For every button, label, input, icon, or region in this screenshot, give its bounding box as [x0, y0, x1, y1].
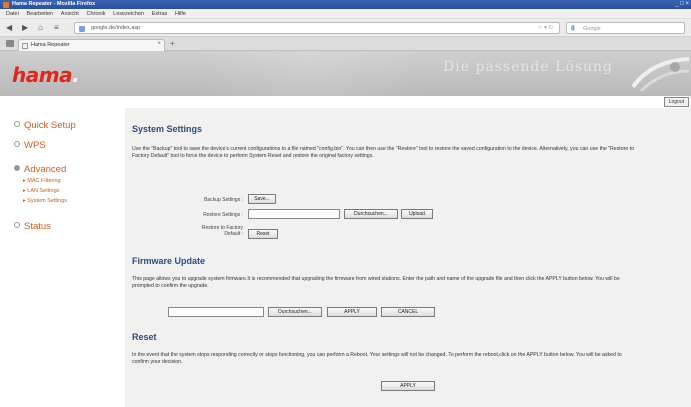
menu-item-chronik[interactable]: Chronik [87, 11, 106, 17]
bookmark-icon[interactable]: ≡ [54, 23, 59, 32]
restore-settings-label: Restore Settings : [203, 212, 243, 218]
search-placeholder[interactable]: Google [583, 26, 601, 32]
sidebar-item-advanced[interactable]: Advanced [14, 164, 66, 175]
radio-bullet-filled-icon [14, 165, 20, 171]
firefox-icon [3, 1, 9, 8]
address-bar[interactable]: google.de/index.asp ☆ ▾ ↻ [74, 22, 560, 34]
window-controls[interactable]: _ □ × [675, 1, 689, 7]
site-favicon-icon [79, 26, 85, 32]
search-box[interactable]: g Google [566, 22, 685, 34]
firmware-cancel-button[interactable]: CANCEL [381, 307, 435, 317]
sidebar-nav: Quick Setup WPS Advanced ▸ MAC Filtering… [0, 108, 125, 407]
firmware-apply-button[interactable]: APPLY [327, 307, 377, 317]
radio-bullet-icon [14, 121, 20, 127]
forward-arrow-icon[interactable]: ▶ [22, 23, 28, 32]
tab-label: Hama Repeater [31, 42, 70, 48]
firmware-update-description: This page allows you to upgrade system f… [132, 276, 620, 289]
backup-settings-label: Backup Settings : [204, 197, 243, 203]
firmware-browse-button[interactable]: Durchsuchen... [268, 307, 322, 317]
sidebar-item-wps[interactable]: WPS [14, 140, 46, 151]
restore-upload-button[interactable]: Upload [401, 209, 433, 219]
sidebar-subitem-system-settings[interactable]: ▸ System Settings [23, 198, 67, 204]
back-arrow-icon[interactable]: ◀ [6, 23, 12, 32]
menu-item-ansicht[interactable]: Ansicht [61, 11, 79, 17]
tab-bar: Hama Repeater × + [0, 37, 691, 51]
header-banner: hama. Die passende Lösung [0, 51, 691, 96]
sidebar-item-status[interactable]: Status [14, 221, 51, 232]
firmware-file-input[interactable] [168, 307, 264, 317]
backup-save-button[interactable]: Save... [248, 194, 276, 204]
home-icon[interactable]: ⌂ [38, 23, 43, 32]
window-title: Hama Repeater - Mozilla Firefox [12, 1, 96, 7]
tab-favicon-icon [22, 43, 28, 49]
radio-bullet-icon [14, 222, 20, 228]
restore-browse-button[interactable]: Durchsuchen... [344, 209, 398, 219]
new-tab-icon[interactable]: + [170, 39, 175, 48]
restore-file-input[interactable] [248, 209, 340, 219]
factory-reset-button[interactable]: Reset [248, 229, 278, 239]
system-settings-title: System Settings [132, 124, 203, 134]
tab-hama-repeater[interactable]: Hama Repeater × [18, 39, 165, 51]
reload-icon[interactable]: ☆ ▾ ↻ [538, 25, 553, 31]
sub-header: Logout [0, 96, 691, 108]
reset-title: Reset [132, 332, 157, 342]
window-titlebar: Hama Repeater - Mozilla Firefox _ □ × [0, 0, 691, 9]
menu-item-datei[interactable]: Datei [6, 11, 19, 17]
swoosh-graphic-icon [631, 57, 690, 93]
sidebar-subitem-mac-filtering[interactable]: ▸ MAC Filtering [23, 178, 61, 184]
menu-item-bearbeiten[interactable]: Bearbeiten [27, 11, 54, 17]
system-settings-description: Use the "Backup" tool to save the device… [132, 146, 634, 159]
main-content: System Settings Use the "Backup" tool to… [125, 108, 691, 407]
radio-bullet-icon [14, 141, 20, 147]
factory-default-label: Restore to Factory Default : [201, 225, 243, 237]
banner-slogan: Die passende Lösung [443, 59, 614, 75]
firmware-update-title: Firmware Update [132, 256, 206, 266]
tab-groups-icon[interactable] [6, 40, 14, 47]
menu-item-extras[interactable]: Extras [152, 11, 168, 17]
banner-decoration [190, 51, 430, 96]
google-search-icon: g [571, 25, 575, 31]
tab-close-icon[interactable]: × [157, 41, 161, 47]
navigation-toolbar: ◀ ▶ ⌂ ≡ google.de/index.asp ☆ ▾ ↻ g Goog… [0, 19, 691, 37]
logout-button[interactable]: Logout [663, 97, 689, 107]
menu-bar: Datei Bearbeiten Ansicht Chronik Lesezei… [0, 9, 691, 19]
menu-item-lesezeichen[interactable]: Lesezeichen [113, 11, 144, 17]
reset-description: In the event that the system stops respo… [132, 352, 622, 365]
menu-item-hilfe[interactable]: Hilfe [175, 11, 186, 17]
hama-logo: hama. [12, 63, 80, 87]
sidebar-subitem-lan-settings[interactable]: ▸ LAN Settings [23, 188, 59, 194]
sidebar-item-quick-setup[interactable]: Quick Setup [14, 120, 76, 131]
reboot-apply-button[interactable]: APPLY [381, 381, 435, 391]
address-url[interactable]: google.de/index.asp [91, 25, 140, 31]
